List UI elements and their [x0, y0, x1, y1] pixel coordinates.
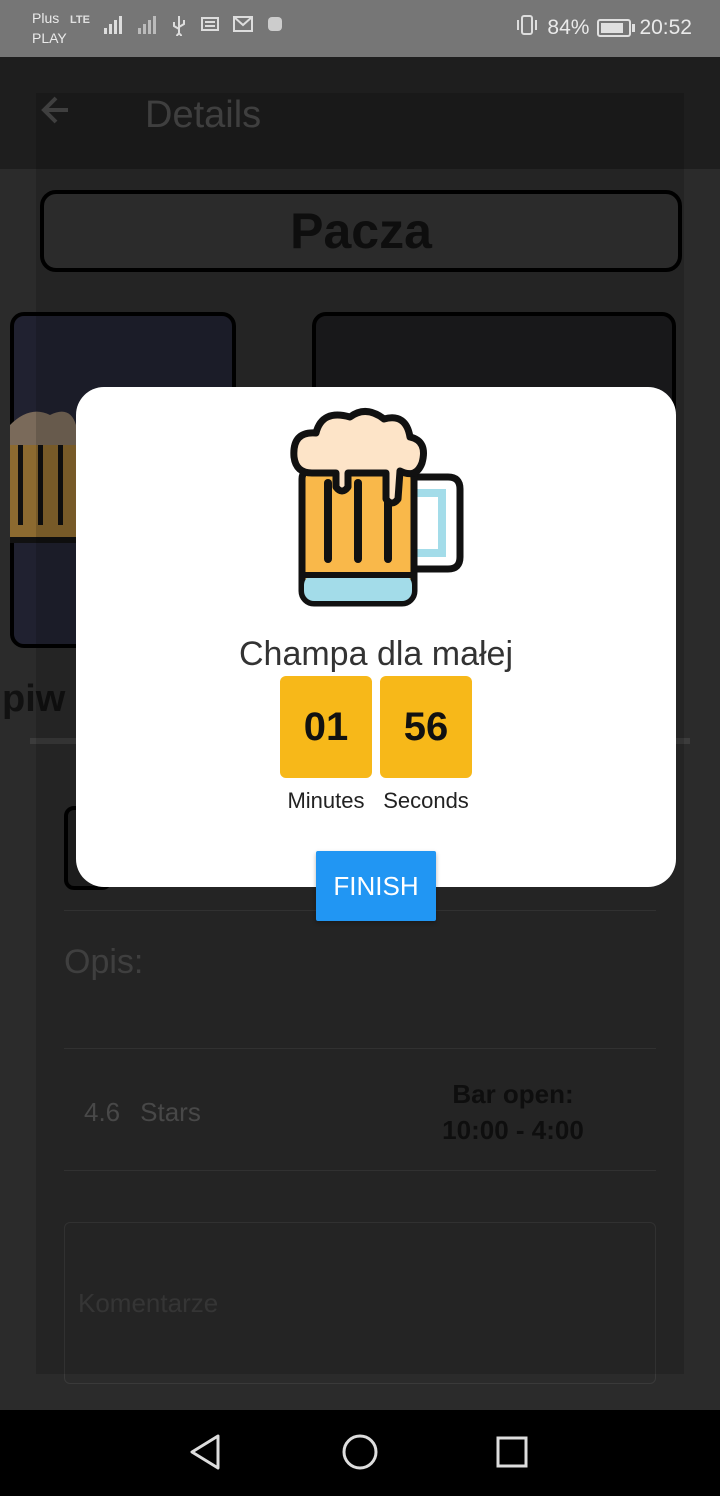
countdown-timer: 01 Minutes 56 Seconds: [280, 676, 472, 814]
timer-seconds: 56 Seconds: [380, 676, 472, 814]
carrier-label: Plus PLAY: [32, 10, 67, 46]
signal-bars-secondary-icon: [136, 14, 158, 42]
signal-icon: LTE: [70, 14, 90, 26]
minutes-label: Minutes: [287, 788, 365, 813]
navigation-bar: [0, 1410, 720, 1496]
back-triangle-icon: [190, 1434, 220, 1470]
home-circle-icon: [342, 1434, 378, 1470]
battery-fill: [601, 23, 624, 33]
drink-name: Champa dla małej: [238, 635, 514, 673]
seconds-value: 56: [380, 676, 472, 778]
battery-percent: 84%: [547, 16, 590, 39]
status-right: 84% 20:52: [515, 14, 692, 42]
notification-icons: LTE: [70, 14, 284, 42]
seconds-label: Seconds: [383, 788, 469, 813]
battery-icon: [597, 19, 636, 37]
status-bar: Plus PLAY LTE 84% 20:52: [0, 0, 720, 57]
gmail-icon: [232, 14, 254, 42]
vibrate-icon: [515, 14, 539, 42]
clock: 20:52: [639, 16, 692, 39]
finish-button[interactable]: FINISH: [316, 851, 436, 921]
app-notification-icon: [266, 14, 284, 42]
recents-nav-button[interactable]: [494, 1432, 530, 1477]
usb-icon: [170, 14, 188, 42]
signal-bars-icon: [102, 14, 124, 42]
timer-dialog: Champa dla małej 01 Minutes 56 Seconds: [76, 387, 676, 887]
back-nav-button[interactable]: [188, 1432, 224, 1477]
recents-square-icon: [496, 1436, 528, 1468]
home-nav-button[interactable]: [340, 1432, 380, 1477]
message-icon: [200, 14, 220, 42]
minutes-value: 01: [280, 676, 372, 778]
beer-mug-icon: [288, 407, 464, 616]
timer-minutes: 01 Minutes: [280, 676, 372, 814]
